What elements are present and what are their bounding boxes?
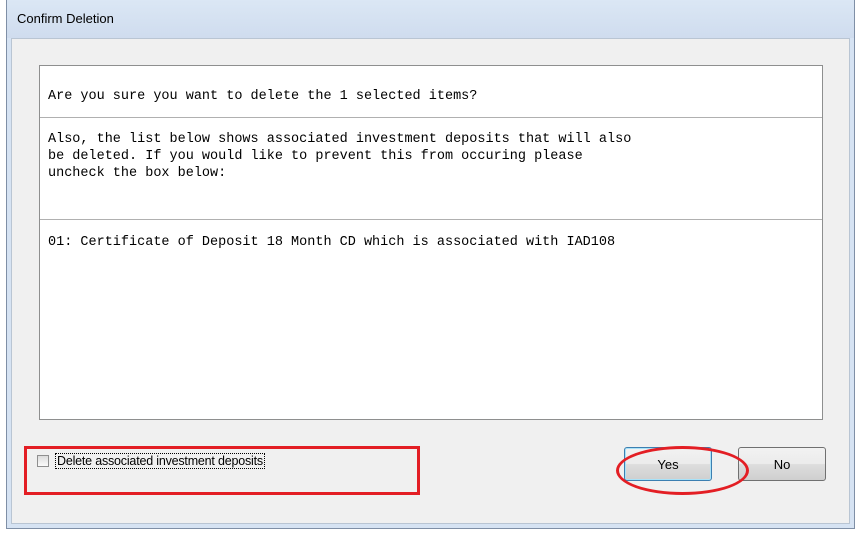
delete-associated-option[interactable]: Delete associated investment deposits	[37, 451, 265, 471]
explanation-text: Also, the list below shows associated in…	[48, 132, 632, 181]
delete-associated-label[interactable]: Delete associated investment deposits	[55, 453, 265, 469]
list-item: 01: Certificate of Deposit 18 Month CD w…	[48, 235, 616, 250]
confirmation-question: Are you sure you want to delete the 1 se…	[48, 89, 478, 104]
message-panel: Are you sure you want to delete the 1 se…	[39, 65, 823, 420]
delete-associated-checkbox[interactable]	[37, 455, 49, 467]
title-bar[interactable]: Confirm Deletion	[7, 0, 854, 38]
yes-button[interactable]: Yes	[624, 447, 712, 481]
window-title: Confirm Deletion	[17, 11, 114, 26]
no-button[interactable]: No	[738, 447, 826, 481]
divider	[40, 117, 822, 118]
confirm-deletion-dialog: Confirm Deletion Are you sure you want t…	[6, 0, 855, 529]
divider	[40, 219, 822, 220]
